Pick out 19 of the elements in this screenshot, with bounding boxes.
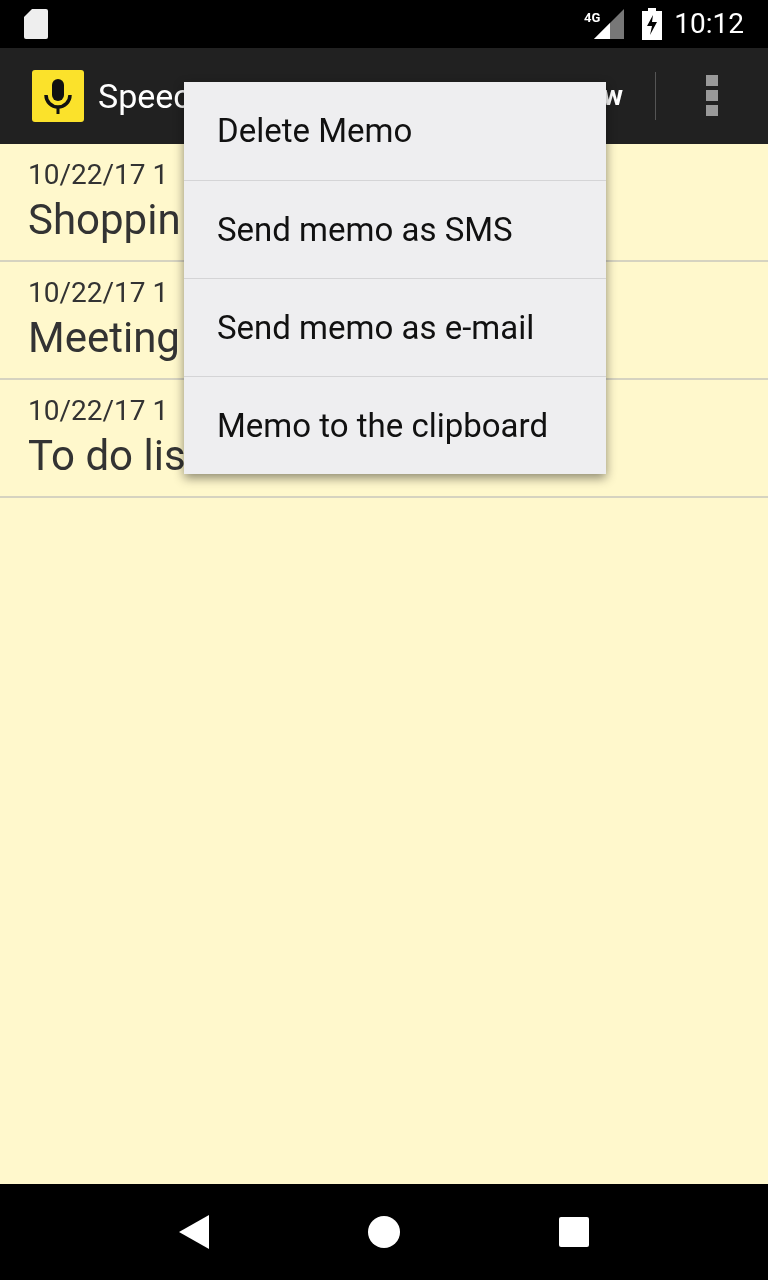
memo-title: Shoppin xyxy=(28,194,181,246)
memo-date: 10/22/17 1 xyxy=(28,275,169,311)
recents-icon[interactable] xyxy=(558,1217,589,1247)
memo-date: 10/22/17 1 xyxy=(28,393,169,429)
menu-item[interactable]: Memo to the clipboard xyxy=(184,376,606,474)
memo-title: Meeting xyxy=(28,312,180,364)
home-icon[interactable] xyxy=(368,1216,400,1248)
menu-item[interactable]: Send memo as e-mail xyxy=(184,278,606,376)
network-label: 4G xyxy=(583,9,601,27)
clock-time: 10:12 xyxy=(674,6,744,42)
microphone-app-icon xyxy=(32,70,84,122)
overflow-menu-icon[interactable] xyxy=(706,75,718,117)
back-icon[interactable] xyxy=(179,1215,210,1249)
memo-date: 10/22/17 1 xyxy=(28,157,169,193)
sd-card-icon xyxy=(24,9,48,39)
memo-title: To do lis xyxy=(28,430,186,482)
menu-item[interactable]: Delete Memo xyxy=(184,82,606,180)
battery-charging-icon xyxy=(642,8,663,40)
menu-item[interactable]: Send memo as SMS xyxy=(184,180,606,278)
